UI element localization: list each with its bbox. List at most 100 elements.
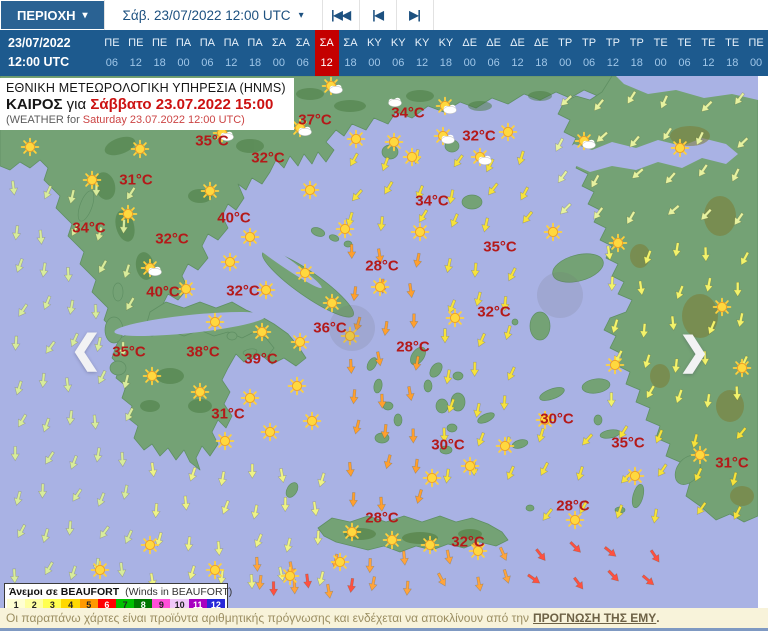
timeline-step-ΠΕ-06[interactable]: ΠΕ 06 bbox=[100, 30, 124, 76]
timeline-step-ΣΑ-00[interactable]: ΣΑ 00 bbox=[267, 30, 291, 76]
sun-icon bbox=[422, 468, 442, 488]
timeline-step-ΚΥ-12[interactable]: ΚΥ 12 bbox=[410, 30, 434, 76]
disclaimer-bar: Οι παραπάνω χάρτες είναι προϊόντα αριθμη… bbox=[0, 608, 768, 628]
sun-icon bbox=[402, 147, 422, 167]
sun-icon bbox=[20, 137, 40, 157]
temperature-label: 32°C bbox=[462, 127, 496, 145]
timeline-step-ΤΡ-18[interactable]: ΤΡ 18 bbox=[625, 30, 649, 76]
sun-icon bbox=[410, 222, 430, 242]
sun-icon bbox=[90, 560, 110, 580]
sun-icon bbox=[370, 277, 390, 297]
map-title-kairos: ΚΑΙΡΟΣ bbox=[6, 96, 63, 113]
timeline-step-ΔΕ-06[interactable]: ΔΕ 06 bbox=[482, 30, 506, 76]
previous-step-button[interactable]: |◀ bbox=[360, 0, 397, 30]
sun-icon bbox=[625, 466, 645, 486]
sun-icon bbox=[732, 358, 752, 378]
timeline-step-ΠΑ-06[interactable]: ΠΑ 06 bbox=[195, 30, 219, 76]
sun-icon bbox=[384, 132, 404, 152]
datetime-dropdown-value: Σάβ. 23/07/2022 12:00 UTC bbox=[122, 7, 291, 23]
temperature-label: 30°C bbox=[431, 436, 465, 454]
sun-icon bbox=[142, 366, 162, 386]
timeline-step-ΠΑ-00[interactable]: ΠΑ 00 bbox=[172, 30, 196, 76]
legend-beaufort-9: 9 bbox=[152, 599, 171, 608]
timeline-step-ΔΕ-18[interactable]: ΔΕ 18 bbox=[529, 30, 553, 76]
sun-icon bbox=[220, 252, 240, 272]
temperature-label: 38°C bbox=[186, 343, 220, 361]
sun-icon bbox=[300, 180, 320, 200]
timeline-step-ΠΕ-12[interactable]: ΠΕ 12 bbox=[124, 30, 148, 76]
timeline-date: 23/07/2022 bbox=[8, 36, 71, 50]
timeline-step-ΣΑ-06[interactable]: ΣΑ 06 bbox=[291, 30, 315, 76]
timeline-step-ΠΕ-18[interactable]: ΠΕ 18 bbox=[148, 30, 172, 76]
toolbar: ΠΕΡΙΟΧΗ ▾ Σάβ. 23/07/2022 12:00 UTC ▾ |◀… bbox=[0, 0, 768, 30]
sun-icon bbox=[130, 139, 150, 159]
sun-icon bbox=[420, 535, 440, 555]
timeline-step-ΠΕ-00[interactable]: ΠΕ 00 bbox=[744, 30, 768, 76]
temperature-label: 34°C bbox=[415, 192, 449, 210]
temperature-label: 32°C bbox=[451, 533, 485, 551]
sun-icon bbox=[240, 227, 260, 247]
sun-icon bbox=[295, 263, 315, 283]
timeline-step-ΚΥ-18[interactable]: ΚΥ 18 bbox=[434, 30, 458, 76]
legend-beaufort-6: 6 bbox=[97, 599, 116, 608]
sun-icon bbox=[200, 181, 220, 201]
map-next-chevron[interactable]: ❯ bbox=[678, 333, 710, 371]
temperature-label: 28°C bbox=[556, 497, 590, 515]
sun-icon bbox=[382, 530, 402, 550]
timeline-step-ΤΕ-00[interactable]: ΤΕ 00 bbox=[649, 30, 673, 76]
temperature-label: 35°C bbox=[195, 132, 229, 150]
map-geography bbox=[0, 76, 758, 608]
sun-icon bbox=[690, 445, 710, 465]
temperature-label: 32°C bbox=[155, 230, 189, 248]
legend-beaufort-3: 3 bbox=[43, 599, 62, 608]
sun-icon bbox=[330, 552, 350, 572]
legend-color-scale: 1 2 3 4 5 6 7 8 9 10 11 12 bbox=[7, 599, 225, 608]
sun-icon bbox=[118, 204, 138, 224]
sun-icon bbox=[190, 382, 210, 402]
weather-map-canvas[interactable]: ΕΘΝΙΚΗ ΜΕΤΕΩΡΟΛΟΓΙΚΗ ΥΠΗΡΕΣΙΑ (HNMS) ΚΑΙ… bbox=[0, 76, 758, 608]
timeline-step-ΔΕ-12[interactable]: ΔΕ 12 bbox=[506, 30, 530, 76]
region-dropdown-label: ΠΕΡΙΟΧΗ bbox=[17, 7, 76, 23]
timeline-step-ΚΥ-06[interactable]: ΚΥ 06 bbox=[386, 30, 410, 76]
chevron-down-icon: ▾ bbox=[298, 9, 304, 21]
timeline-step-ΚΥ-00[interactable]: ΚΥ 00 bbox=[362, 30, 386, 76]
timeline-step-ΤΡ-12[interactable]: ΤΡ 12 bbox=[601, 30, 625, 76]
emy-forecast-link[interactable]: ΠΡΟΓΝΩΣΗ ΤΗΣ ΕΜΥ bbox=[533, 611, 656, 625]
sun-icon bbox=[287, 376, 307, 396]
legend-title: Άνεμοι σε BEAUFORT (Winds in BEAUFORT) bbox=[7, 585, 232, 599]
sun-icon bbox=[140, 535, 160, 555]
datetime-dropdown[interactable]: Σάβ. 23/07/2022 12:00 UTC ▾ bbox=[103, 0, 323, 30]
timeline-step-ΤΡ-00[interactable]: ΤΡ 00 bbox=[553, 30, 577, 76]
region-dropdown-button[interactable]: ΠΕΡΙΟΧΗ ▾ bbox=[1, 1, 104, 29]
legend-beaufort-4: 4 bbox=[61, 599, 80, 608]
map-title-agency: ΕΘΝΙΚΗ ΜΕΤΕΩΡΟΛΟΓΙΚΗ ΥΠΗΡΕΣΙΑ (HNMS) bbox=[6, 81, 286, 95]
temperature-label: 32°C bbox=[251, 149, 285, 167]
timeline-step-ΤΡ-06[interactable]: ΤΡ 06 bbox=[577, 30, 601, 76]
timeline-step-ΤΕ-12[interactable]: ΤΕ 12 bbox=[696, 30, 720, 76]
map-previous-chevron[interactable]: ❮ bbox=[70, 331, 102, 369]
timeline-step-ΤΕ-06[interactable]: ΤΕ 06 bbox=[673, 30, 697, 76]
timeline-steps: ΠΕ 06 ΠΕ 12 ΠΕ 18 ΠΑ 00 ΠΑ 06 ΠΑ 12 ΠΑ 18 ΣΑ 00 ΣΑ 06 ΣΑ 12… bbox=[100, 30, 768, 76]
sun-icon bbox=[82, 170, 102, 190]
temperature-label: 36°C bbox=[313, 319, 347, 337]
skip-to-start-button[interactable]: |◀◀ bbox=[323, 0, 360, 30]
timeline-step-ΔΕ-00[interactable]: ΔΕ 00 bbox=[458, 30, 482, 76]
next-step-button[interactable]: ▶| bbox=[397, 0, 434, 30]
timeline-step-ΣΑ-18[interactable]: ΣΑ 18 bbox=[339, 30, 363, 76]
temperature-label: 40°C bbox=[146, 283, 180, 301]
temperature-label: 34°C bbox=[391, 104, 425, 122]
legend-beaufort-10: 10 bbox=[170, 599, 189, 608]
sun-icon bbox=[495, 436, 515, 456]
timeline-current-label: 23/07/2022 12:00 UTC bbox=[8, 34, 71, 72]
timeline-step-ΠΑ-18[interactable]: ΠΑ 18 bbox=[243, 30, 267, 76]
sun-icon bbox=[205, 560, 225, 580]
sun-icon bbox=[290, 332, 310, 352]
timeline-step-ΠΑ-12[interactable]: ΠΑ 12 bbox=[219, 30, 243, 76]
sun-icon bbox=[712, 297, 732, 317]
hnms-watermark bbox=[537, 272, 583, 318]
sun-icon bbox=[445, 308, 465, 328]
timeline-step-ΤΕ-18[interactable]: ΤΕ 18 bbox=[720, 30, 744, 76]
timeline-step-ΣΑ-12[interactable]: ΣΑ 12 bbox=[314, 30, 339, 76]
temperature-label: 35°C bbox=[112, 343, 146, 361]
legend-beaufort-8: 8 bbox=[134, 599, 153, 608]
